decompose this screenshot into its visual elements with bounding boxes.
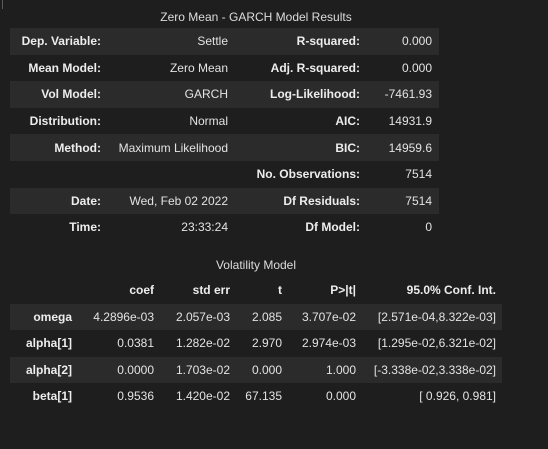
coef-cell: 0.9536 [117,389,154,404]
summary-caption: Zero Mean - GARCH Model Results [160,10,352,24]
std-err-cell: 2.057e-03 [175,309,230,324]
method-value: Maximum Likelihood [118,140,228,155]
date-value: Wed, Feb 02 2022 [129,193,228,208]
df-model-label: Df Model: [305,220,360,235]
t-cell: 2.085 [251,309,282,324]
coef-cell: 0.0381 [117,336,154,351]
p-value-cell: 3.707e-02 [301,309,356,324]
time-label: Time: [69,220,101,235]
dep-variable-value: Settle [197,34,228,49]
column-header-p-value: P>|t| [288,277,362,304]
adj-r-squared-value: 0.000 [401,60,432,75]
conf-int-cell: [-3.338e-02,3.338e-02] [373,362,496,377]
coef-cell: 0.0000 [117,362,154,377]
adj-r-squared-label: Adj. R-squared: [270,60,360,75]
bic-value: 14959.6 [388,140,432,155]
column-header-coef: coef [78,277,160,304]
summary-row: Distribution: Normal AIC: 14931.9 [10,107,439,135]
model-summary-table: Dep. Variable: Settle R-squared: 0.000 M… [10,28,439,241]
summary-row: Vol Model: GARCH Log-Likelihood: -7461.9… [10,81,439,108]
df-residuals-label: Df Residuals: [283,193,360,208]
param-name: beta[1] [32,389,72,404]
p-value-cell: 2.974e-03 [301,336,356,351]
table-row: alpha[1] 0.0381 1.282e-02 2.970 2.974e-0… [10,330,502,357]
p-value-cell: 0.000 [325,389,356,404]
summary-row: No. Observations: 7514 [10,160,439,188]
table-row: omega 4.2896e-03 2.057e-03 2.085 3.707e-… [10,303,502,330]
std-err-cell: 1.282e-02 [175,336,230,351]
column-header-param [10,277,78,304]
dep-variable-label: Dep. Variable: [21,34,101,49]
summary-row: Date: Wed, Feb 02 2022 Df Residuals: 751… [10,187,439,215]
vol-model-value: GARCH [184,87,228,102]
conf-int-cell: [2.571e-04,8.322e-03] [377,309,496,324]
num-observations-value: 7514 [405,167,432,182]
mean-model-value: Zero Mean [169,60,228,75]
std-err-cell: 1.703e-02 [175,362,230,377]
column-header-t: t [236,277,288,304]
output-top-border [0,0,548,9]
log-likelihood-label: Log-Likelihood: [270,87,360,102]
r-squared-value: 0.000 [401,34,432,49]
param-name: alpha[1] [25,336,72,351]
t-cell: 2.970 [251,336,282,351]
volatility-caption: Volatility Model [215,258,297,272]
coef-cell: 4.2896e-03 [93,309,154,324]
aic-label: AIC: [335,114,360,129]
vol-model-label: Vol Model: [41,87,101,102]
empty-value [108,161,235,188]
date-label: Date: [70,193,101,208]
bic-label: BIC: [335,140,360,155]
log-likelihood-value: -7461.93 [384,87,432,102]
mean-model-label: Mean Model: [28,60,101,75]
time-value: 23:33:24 [181,220,228,235]
summary-row: Mean Model: Zero Mean Adj. R-squared: 0.… [10,54,439,82]
p-value-cell: 1.000 [325,362,356,377]
param-name: alpha[2] [25,362,72,377]
std-err-cell: 1.420e-02 [175,389,230,404]
conf-int-cell: [ 0.926, 0.981] [419,389,496,404]
table-row: beta[1] 0.9536 1.420e-02 67.135 0.000 [ … [10,383,502,410]
aic-value: 14931.9 [388,114,432,129]
summary-row: Dep. Variable: Settle R-squared: 0.000 [10,28,439,55]
df-residuals-value: 7514 [405,193,432,208]
df-model-value: 0 [425,220,432,235]
method-label: Method: [54,140,101,155]
num-observations-label: No. Observations: [256,167,360,182]
r-squared-label: R-squared: [296,34,360,49]
t-cell: 0.000 [251,362,282,377]
param-name: omega [33,309,72,324]
cell-boundary-tick [2,0,3,9]
volatility-model-table: coef std err t P>|t| 95.0% Conf. Int. om… [10,277,502,410]
column-header-std-err: std err [160,277,236,304]
summary-row: Method: Maximum Likelihood BIC: 14959.6 [10,134,439,161]
table-header-row: coef std err t P>|t| 95.0% Conf. Int. [10,277,502,304]
t-cell: 67.135 [245,389,282,404]
summary-row: Time: 23:33:24 Df Model: 0 [10,214,439,241]
column-header-conf-int: 95.0% Conf. Int. [362,277,502,304]
table-row: alpha[2] 0.0000 1.703e-02 0.000 1.000 [-… [10,356,502,383]
empty-label [10,161,108,188]
distribution-value: Normal [189,114,228,129]
distribution-label: Distribution: [29,114,101,129]
conf-int-cell: [1.295e-02,6.321e-02] [377,336,496,351]
